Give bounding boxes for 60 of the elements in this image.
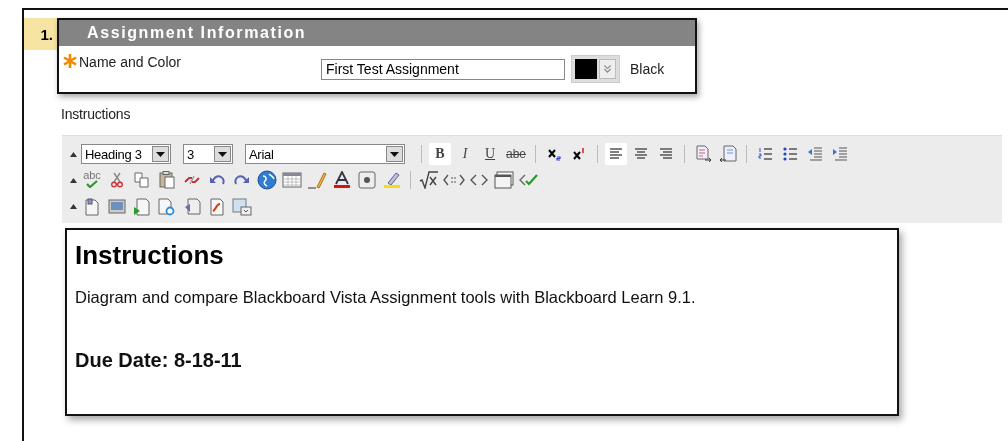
document-arrow-icon[interactable]	[694, 145, 713, 163]
undo-icon[interactable]	[208, 174, 226, 186]
content-paragraph: Diagram and compare Blackboard Vista Assignment tools with Blackboard Learn 9.1.	[75, 288, 697, 307]
highlighter-icon[interactable]	[383, 171, 401, 189]
align-left-button[interactable]	[605, 143, 628, 165]
bold-button[interactable]: B	[429, 143, 451, 165]
color-picker[interactable]	[571, 55, 620, 83]
collapse-arrow-icon[interactable]	[69, 204, 77, 209]
numbered-list-icon[interactable]	[757, 146, 774, 162]
collapse-arrow-icon[interactable]	[69, 177, 77, 183]
checkmark-icon	[86, 180, 98, 188]
dropdown-arrow-icon	[390, 151, 399, 157]
globe-icon[interactable]	[257, 170, 277, 190]
image-icon[interactable]	[108, 198, 126, 215]
italic-button[interactable]: I	[454, 143, 476, 165]
pencil-line-icon[interactable]	[307, 171, 327, 189]
due-date-text: Due Date: 8-18-11	[75, 349, 243, 372]
code-arrows-icon[interactable]	[443, 173, 465, 187]
outdent-icon[interactable]	[807, 146, 824, 162]
dropdown-arrow-icon	[218, 151, 227, 157]
audio-document-icon[interactable]	[183, 197, 201, 216]
flash-document-icon[interactable]	[209, 197, 225, 216]
window-icon[interactable]	[494, 171, 514, 189]
field-label: Name and Color	[79, 54, 182, 70]
clipboard-icon[interactable]	[159, 171, 175, 189]
copy-icon[interactable]	[134, 172, 150, 188]
dropdown[interactable]: Arial	[245, 144, 405, 164]
dropdown-arrow-icon	[156, 151, 165, 157]
document-arrow-icon[interactable]	[719, 145, 738, 163]
image-gallery-icon[interactable]	[232, 197, 252, 216]
strikethrough-button[interactable]: abe	[504, 143, 529, 165]
redo-icon[interactable]	[233, 174, 251, 186]
code-brackets-icon[interactable]	[470, 173, 488, 187]
dropdown[interactable]: Heading 3	[81, 144, 171, 164]
chevron-down-icon	[599, 59, 616, 79]
section-header: Assignment Information	[59, 20, 695, 46]
document-icon[interactable]	[84, 197, 100, 216]
broken-link-icon[interactable]	[183, 173, 201, 187]
content-heading: Instructions	[75, 240, 225, 271]
align-left-icon	[608, 146, 625, 162]
instructions-label: Instructions	[61, 106, 132, 122]
scissors-icon[interactable]	[110, 172, 124, 188]
font-color-icon[interactable]	[333, 171, 351, 189]
media-document-icon[interactable]	[133, 197, 151, 216]
table-icon[interactable]	[282, 172, 302, 188]
bullet-list-icon[interactable]	[782, 146, 799, 162]
name-input[interactable]: First Test Assignment	[321, 58, 565, 80]
indent-icon[interactable]	[832, 146, 849, 162]
square-root-icon[interactable]	[419, 171, 439, 189]
align-right-icon	[658, 146, 675, 162]
document-magnifier-icon[interactable]	[158, 197, 176, 216]
dropdown[interactable]: 3	[183, 144, 233, 164]
checkmark-code-icon[interactable]	[519, 173, 539, 187]
align-center-icon	[633, 146, 650, 162]
underline-button[interactable]: U	[479, 143, 501, 165]
spellcheck-button[interactable]: abc	[81, 169, 103, 191]
step-number: 1.	[40, 26, 54, 43]
collapse-arrow-icon[interactable]	[69, 151, 77, 157]
color-name: Black	[630, 61, 665, 77]
framed-square-icon[interactable]	[358, 171, 376, 189]
